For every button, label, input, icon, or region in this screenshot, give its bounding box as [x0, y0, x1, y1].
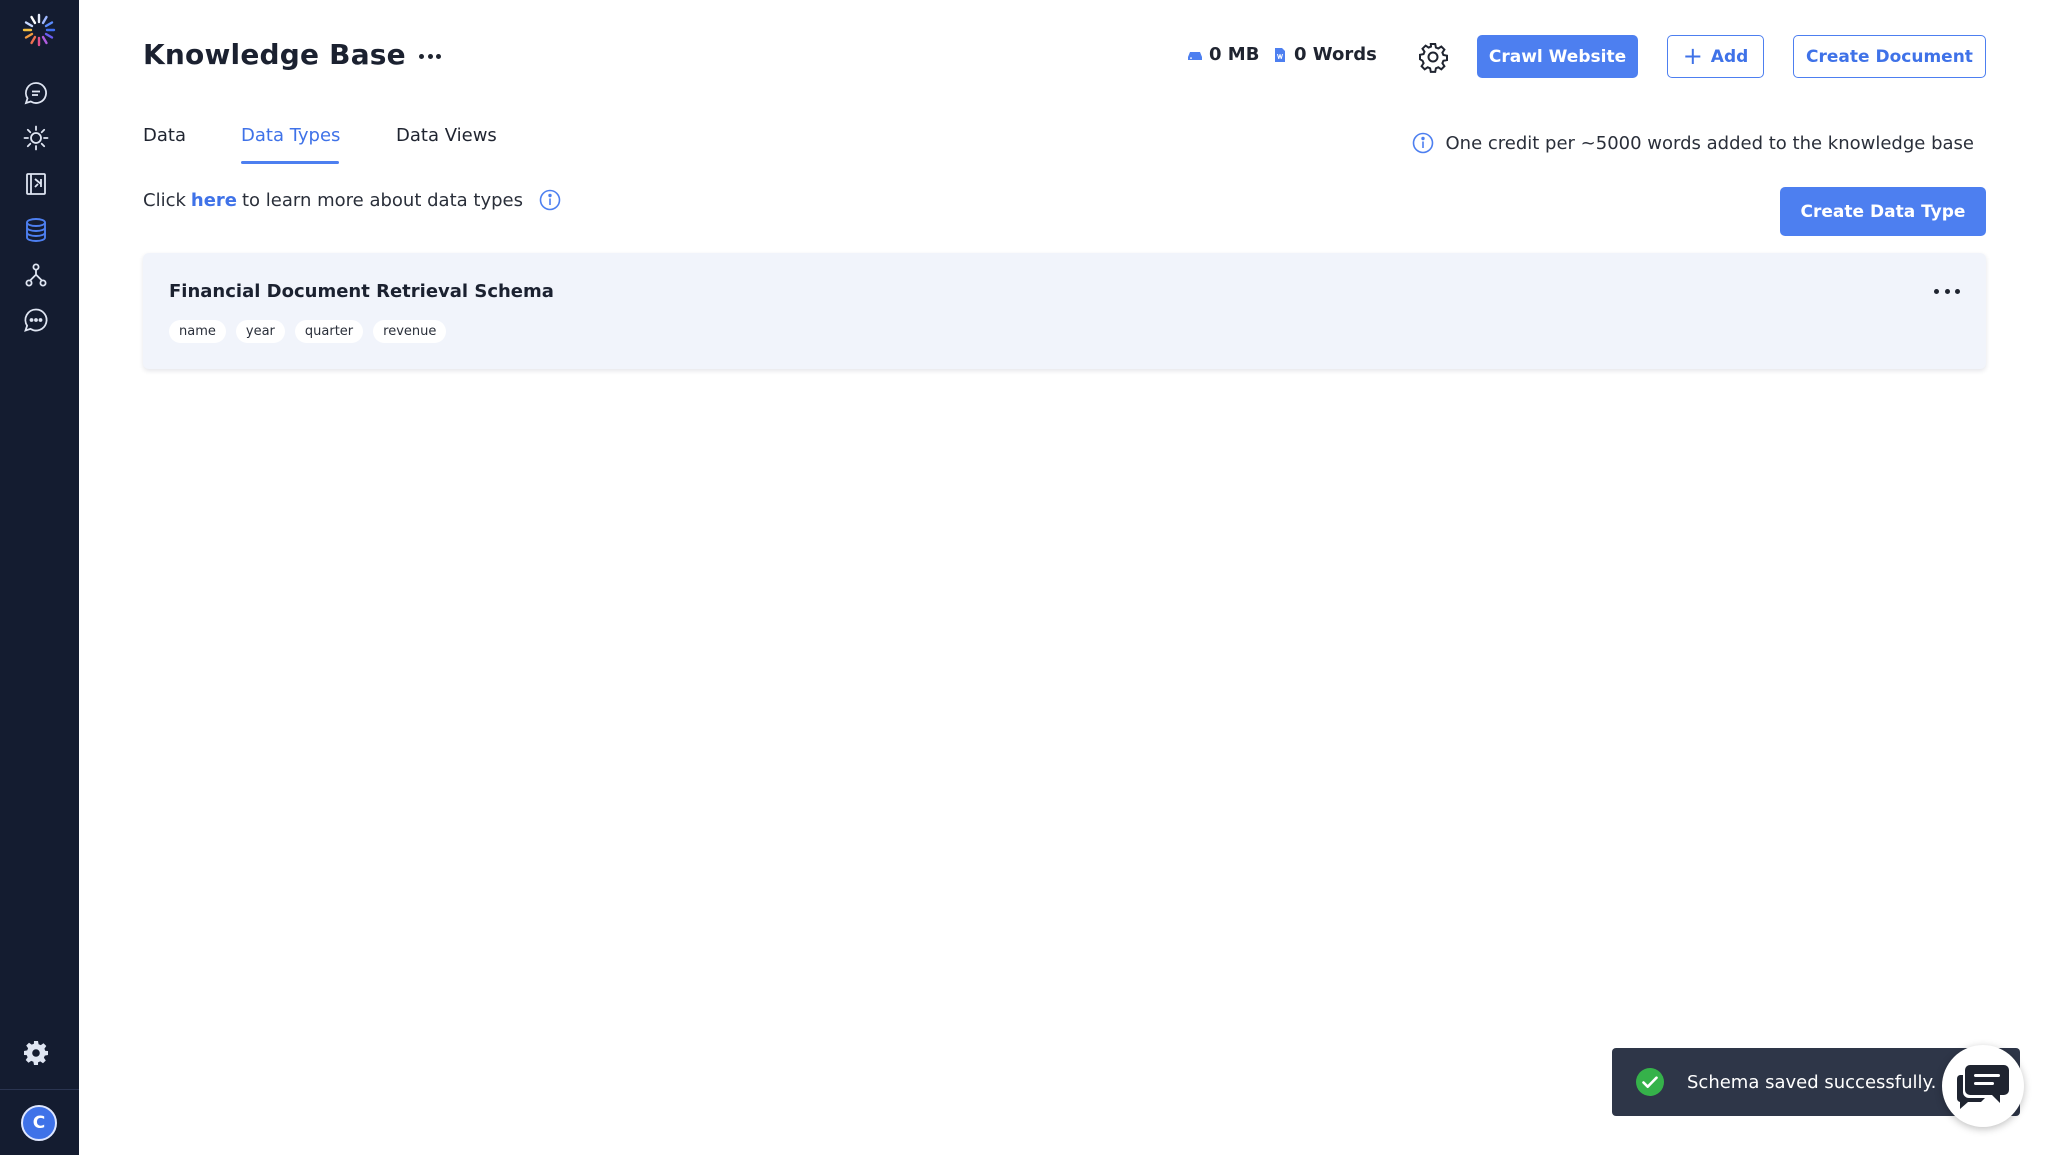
app-root: C Knowledge Base 0 MB 0 Words Crawl Webs…	[0, 0, 2048, 1155]
sidebar-divider	[0, 1089, 79, 1090]
crawl-website-label: Crawl Website	[1488, 46, 1627, 67]
learn-more-suffix: to learn more about data types	[242, 189, 523, 211]
sidebar: C	[0, 0, 79, 1155]
card-more-options-button[interactable]	[1934, 283, 1960, 299]
create-data-type-button[interactable]: Create Data Type	[1780, 187, 1986, 236]
dot-icon	[436, 53, 441, 59]
dot-icon	[419, 53, 424, 59]
logo-icon[interactable]	[20, 11, 58, 49]
chat-icon	[24, 82, 47, 105]
message-dots-icon	[24, 308, 48, 332]
create-document-label: Create Document	[1806, 46, 1973, 67]
more-options-button[interactable]	[414, 44, 446, 68]
sidebar-item-flow[interactable]	[18, 257, 54, 293]
field-tag: quarter	[294, 320, 364, 343]
knowledge-settings-button[interactable]	[1417, 41, 1449, 73]
field-tag: year	[235, 320, 285, 343]
avatar[interactable]: C	[21, 1105, 57, 1141]
sun-icon	[23, 125, 49, 151]
learn-more-prefix: Click	[143, 189, 186, 211]
sidebar-item-messages[interactable]	[18, 302, 54, 338]
tab-data[interactable]: Data	[143, 125, 186, 146]
toast-message: Schema saved successfully.	[1687, 1071, 1937, 1093]
data-type-card[interactable]: Financial Document Retrieval Schema name…	[143, 253, 1986, 369]
gear-icon	[24, 1041, 48, 1065]
learn-more-link[interactable]: here	[191, 190, 237, 211]
page-title: Knowledge Base	[143, 38, 406, 71]
document-icon	[1275, 47, 1285, 62]
gear-icon	[1419, 43, 1448, 73]
sidebar-item-sun[interactable]	[18, 120, 54, 156]
flow-icon	[25, 263, 47, 287]
sidebar-item-chat[interactable]	[18, 75, 54, 111]
credit-note-text: One credit per ~5000 words added to the …	[1445, 132, 1975, 154]
check-circle-icon	[1636, 1068, 1664, 1096]
dot-icon	[1955, 288, 1960, 294]
add-button[interactable]: + Add	[1667, 35, 1764, 78]
database-icon	[26, 218, 46, 242]
info-icon[interactable]	[539, 189, 561, 211]
field-tag: revenue	[373, 320, 447, 343]
credit-note: One credit per ~5000 words added to the …	[1412, 132, 1975, 154]
sidebar-item-database[interactable]	[18, 212, 54, 248]
sidebar-item-book[interactable]	[18, 166, 54, 202]
book-icon	[26, 173, 46, 195]
dot-icon	[1944, 288, 1950, 294]
words-value: 0 Words	[1294, 44, 1377, 65]
dot-icon	[1934, 288, 1939, 294]
field-tag: name	[169, 320, 226, 343]
storage-value: 0 MB	[1209, 44, 1260, 65]
storage-icon	[1188, 51, 1202, 60]
info-icon	[1412, 132, 1433, 154]
learn-more-line: Click here to learn more about data type…	[143, 189, 561, 211]
storage-stat: 0 MB	[1187, 44, 1259, 65]
tab-data-types[interactable]: Data Types	[241, 125, 340, 146]
data-type-title: Financial Document Retrieval Schema	[169, 281, 554, 302]
support-chat-button[interactable]	[1942, 1045, 2024, 1127]
plus-icon: +	[1682, 41, 1703, 70]
create-document-button[interactable]: Create Document	[1793, 35, 1986, 78]
chat-support-icon	[1956, 1065, 2009, 1109]
crawl-website-button[interactable]: Crawl Website	[1477, 35, 1638, 78]
dot-icon	[427, 53, 433, 59]
words-stat: 0 Words	[1272, 44, 1377, 65]
add-label: Add	[1710, 46, 1749, 67]
tab-data-views[interactable]: Data Views	[396, 125, 497, 146]
sidebar-settings[interactable]	[18, 1035, 54, 1071]
active-tab-indicator	[241, 161, 339, 164]
create-data-type-label: Create Data Type	[1800, 201, 1966, 222]
field-tags: name year quarter revenue	[169, 320, 447, 343]
